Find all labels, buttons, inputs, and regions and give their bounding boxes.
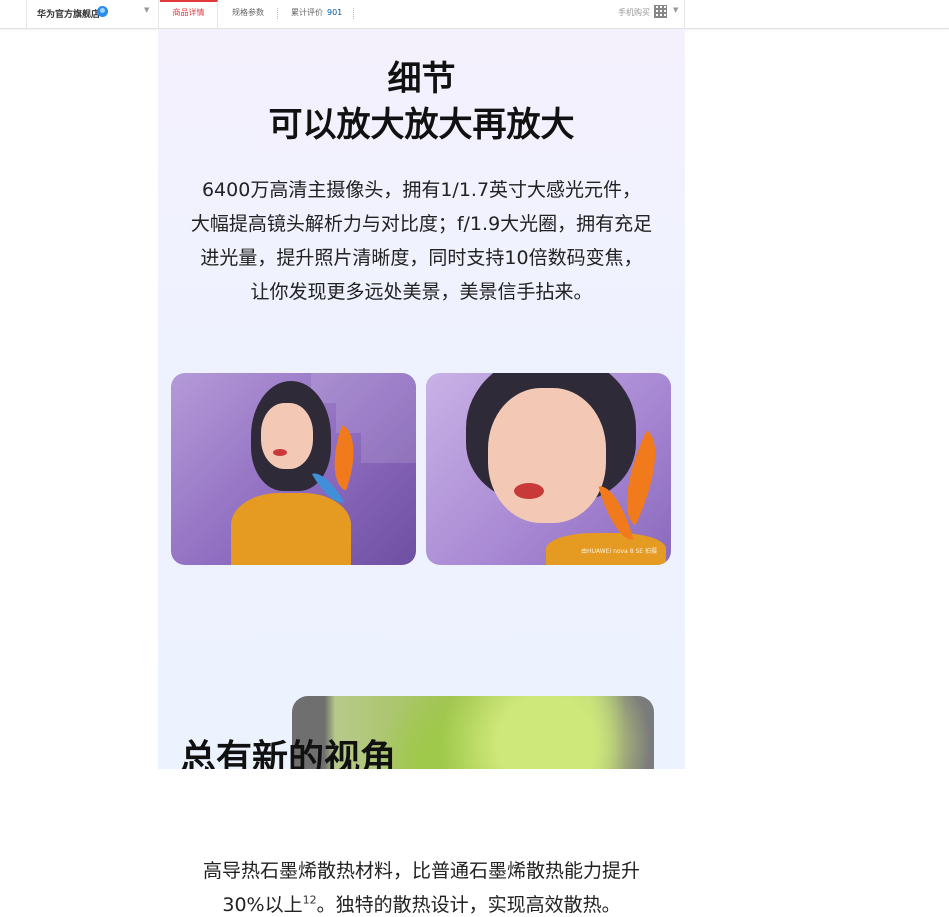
tab-reviews-label: 累计评价	[291, 8, 323, 17]
description-line: 让你发现更多远处美景，美景信手拈来。	[250, 281, 593, 303]
tab-bar: 华为官方旗舰店 ▼ 商品详情 规格参数 累计评价 901 手机购买 ▼	[0, 0, 949, 29]
chevron-down-icon[interactable]: ▼	[673, 6, 678, 14]
heat-text-pre: 30%以上	[222, 894, 303, 916]
qr-code-icon[interactable]	[654, 5, 667, 18]
description-line: 6400万高清主摄像头，拥有1/1.7英寸大感光元件，	[201, 179, 642, 201]
heat-dissipation-line1: 高导热石墨烯散热材料，比普通石墨烯散热能力提升	[202, 860, 640, 882]
review-count: 901	[327, 8, 343, 17]
sample-photo-zoomed: 由HUAWEI nova 8 SE 拍摄	[426, 373, 671, 565]
section2-title: 总有新的视角	[180, 738, 397, 769]
description-line: 进光量，提升照片清晰度，同时支持10倍数码变焦，	[200, 247, 643, 269]
tab-product-detail[interactable]: 商品详情	[160, 0, 218, 28]
chevron-down-icon[interactable]: ▼	[144, 6, 149, 14]
sample-photo-wide	[171, 373, 416, 565]
store-name[interactable]: 华为官方旗舰店	[37, 7, 100, 20]
description-line: 大幅提高镜头解析力与对比度；f/1.9大光圈，拥有充足	[190, 213, 653, 235]
section-title-line2: 可以放大放大再放大	[268, 105, 575, 145]
mobile-buy-link[interactable]: 手机购买	[618, 0, 650, 28]
tab-reviews[interactable]: 累计评价 901	[291, 0, 342, 28]
footnote-ref: 12	[302, 893, 317, 907]
tab-bar-border	[684, 0, 685, 28]
tab-divider	[277, 8, 279, 19]
store-selector[interactable]: 华为官方旗舰店 ▼	[26, 0, 159, 28]
tab-divider	[353, 8, 355, 19]
heat-dissipation-line2: 30%以上12。独特的散热设计，实现高效散热。	[158, 890, 685, 917]
section-title-line1: 细节	[387, 59, 456, 99]
photo-caption: 由HUAWEI nova 8 SE 拍摄	[581, 548, 657, 555]
heat-text-post: 。独特的散热设计，实现高效散热。	[316, 894, 621, 916]
tab-specifications[interactable]: 规格参数	[232, 0, 264, 28]
product-detail-panel: 细节 可以放大放大再放大 6400万高清主摄像头，拥有1/1.7英寸大感光元件，…	[158, 29, 685, 769]
verified-badge-icon	[97, 6, 108, 17]
